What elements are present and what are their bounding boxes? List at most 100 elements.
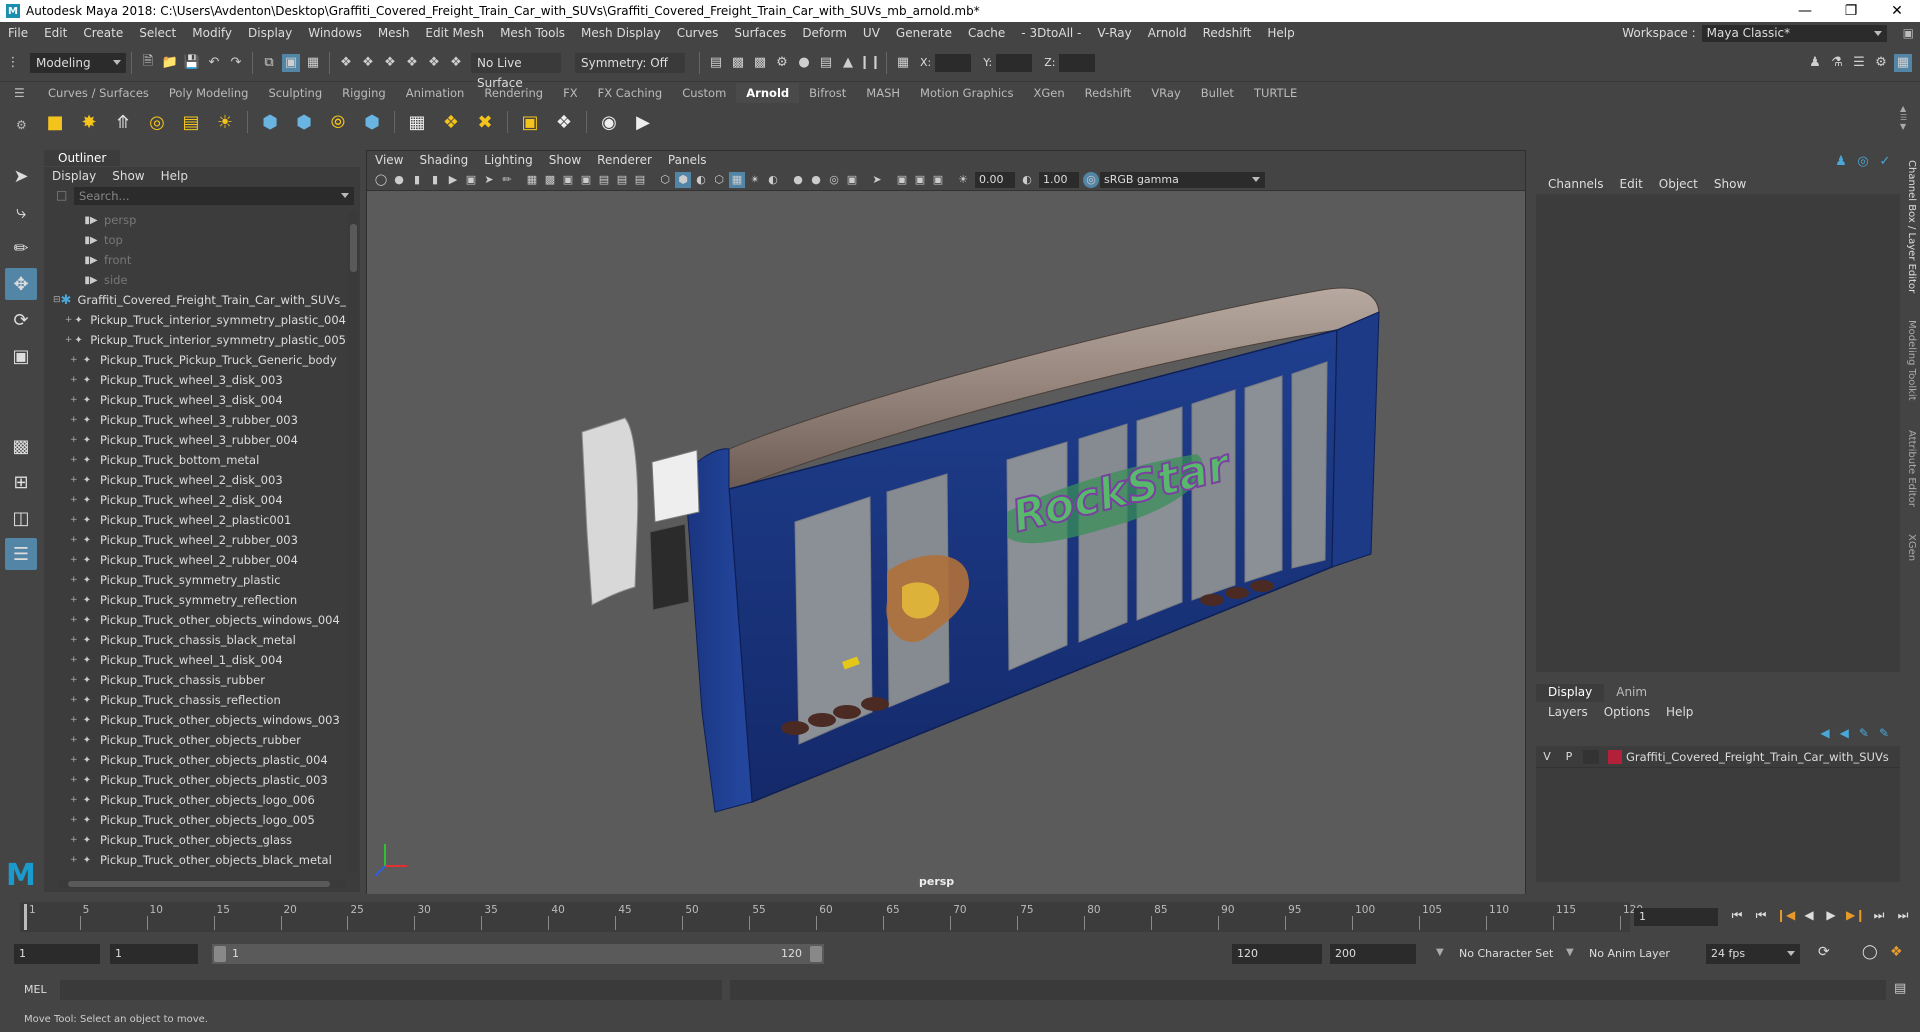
volume-icon[interactable]: ⬢ xyxy=(359,109,385,135)
time-track[interactable]: 1 5 10 15 20 25 30 35 40 45 50 55 60 65 70 75 80 85 90 95 10… xyxy=(20,902,1643,932)
render-settings-icon[interactable]: ⚙ xyxy=(773,54,791,72)
outliner-camera-front[interactable]: ▮▶ front xyxy=(44,250,346,270)
menu-mesh-display[interactable]: Mesh Display xyxy=(573,26,669,40)
scene-render[interactable]: RockStar xyxy=(367,192,1525,894)
outliner-mesh-row[interactable]: + ✦ Pickup_Truck_wheel_3_rubber_003 xyxy=(44,410,346,430)
grease-pencil-icon[interactable]: ✏ xyxy=(499,172,515,188)
redo-icon[interactable]: ↷ xyxy=(227,54,245,72)
menu-3dtoall[interactable]: - 3DtoAll - xyxy=(1013,26,1089,40)
outliner-mesh-row[interactable]: + ✦ Pickup_Truck_symmetry_plastic xyxy=(44,570,346,590)
layer-playback-toggle[interactable]: P xyxy=(1558,750,1580,763)
shadows-icon[interactable]: ◐ xyxy=(765,172,781,188)
expand-icon[interactable]: + xyxy=(70,455,80,465)
side-tab-xgen[interactable]: XGen xyxy=(1906,534,1917,561)
tab-poly-modeling[interactable]: Poly Modeling xyxy=(159,83,259,103)
minimize-button[interactable]: — xyxy=(1782,3,1828,19)
expand-icon[interactable]: + xyxy=(70,475,80,485)
light-portal-icon[interactable]: ▤ xyxy=(178,109,204,135)
expand-icon[interactable]: + xyxy=(70,795,80,805)
standin-icon[interactable]: ⬢ xyxy=(257,109,283,135)
expand-icon[interactable]: + xyxy=(70,655,80,665)
snap-view-plane-icon[interactable]: ❖ xyxy=(403,54,421,72)
step-forward-key-icon[interactable]: ⏭ xyxy=(1870,908,1888,926)
tab-fx[interactable]: FX xyxy=(553,83,588,103)
tab-turtle[interactable]: TURTLE xyxy=(1244,83,1307,103)
live-surface-field[interactable]: No Live Surface xyxy=(471,52,561,90)
layer-menu-help[interactable]: Help xyxy=(1658,705,1701,719)
outliner-mesh-row[interactable]: + ✦ Pickup_Truck_bottom_metal xyxy=(44,450,346,470)
snap-curve-icon[interactable]: ❖ xyxy=(359,54,377,72)
use-all-lights-icon[interactable]: ✴ xyxy=(747,172,763,188)
outliner-filter-icon[interactable]: □ xyxy=(56,188,67,202)
outliner-mesh-row[interactable]: + ✦ Pickup_Truck_other_objects_glass xyxy=(44,830,346,850)
render-history-icon[interactable]: ▤ xyxy=(707,54,725,72)
side-tab-channel-box[interactable]: Channel Box / Layer Editor xyxy=(1906,160,1917,293)
xray-joints-icon[interactable]: ▣ xyxy=(930,172,946,188)
scene-start-field[interactable]: 1 xyxy=(14,944,100,964)
attribute-icon[interactable]: ◎ xyxy=(1854,152,1872,170)
layer-name[interactable]: Graffiti_Covered_Freight_Train_Car_with_… xyxy=(1626,750,1889,764)
viewport-menu-panels[interactable]: Panels xyxy=(660,153,715,167)
textured-icon[interactable]: ▦ xyxy=(729,171,745,188)
snap-grid-icon[interactable]: ❖ xyxy=(337,54,355,72)
area-light-icon[interactable]: ■ xyxy=(42,109,68,135)
viewport-menu-show[interactable]: Show xyxy=(541,153,589,167)
flush-all-icon[interactable]: ✖ xyxy=(472,109,498,135)
scale-tool-icon[interactable]: ▣ xyxy=(5,340,37,372)
render-eye-icon[interactable]: ◉ xyxy=(596,109,622,135)
expand-icon[interactable]: + xyxy=(70,775,80,785)
anim-layer-icon[interactable]: ▼ xyxy=(1566,947,1574,958)
layer-menu-layers[interactable]: Layers xyxy=(1540,705,1596,719)
play-backwards-icon[interactable]: ◀ xyxy=(1800,908,1818,926)
menu-file[interactable]: File xyxy=(0,26,36,40)
script-editor-icon[interactable]: ▤ xyxy=(1894,981,1906,996)
outliner-camera-top[interactable]: ▮▶ top xyxy=(44,230,346,250)
transform-mode-icon[interactable]: ▦ xyxy=(894,54,912,72)
modeling-toolkit-icon[interactable]: ⚗ xyxy=(1828,54,1846,72)
anim-layer-field[interactable]: No Anim Layer xyxy=(1584,944,1680,964)
tab-bifrost[interactable]: Bifrost xyxy=(799,83,856,103)
tab-redshift[interactable]: Redshift xyxy=(1075,83,1142,103)
command-language-label[interactable]: MEL xyxy=(24,983,47,996)
attribute-editor-icon[interactable]: ☰ xyxy=(1850,54,1868,72)
play-forwards-icon[interactable]: ▶ xyxy=(1822,908,1840,926)
tab-mash[interactable]: MASH xyxy=(856,83,910,103)
expand-icon[interactable]: + xyxy=(70,735,80,745)
maximize-button[interactable]: ❐ xyxy=(1828,3,1874,19)
step-back-key-icon[interactable]: ⏮ xyxy=(1752,908,1770,926)
menu-mesh-tools[interactable]: Mesh Tools xyxy=(492,26,573,40)
menu-deform[interactable]: Deform xyxy=(794,26,855,40)
viewport-menu-lighting[interactable]: Lighting xyxy=(476,153,541,167)
expand-icon[interactable]: + xyxy=(70,715,80,725)
paint-select-tool-icon[interactable]: ✏ xyxy=(5,232,37,264)
menu-edit[interactable]: Edit xyxy=(36,26,75,40)
character-set-field[interactable]: No Character Set xyxy=(1454,944,1558,964)
tab-animation[interactable]: Animation xyxy=(396,83,475,103)
cb-menu-channels[interactable]: Channels xyxy=(1540,177,1612,191)
tab-xgen[interactable]: XGen xyxy=(1023,83,1074,103)
outliner-mesh-row[interactable]: + ✦ Pickup_Truck_wheel_2_rubber_004 xyxy=(44,550,346,570)
playback-start-field[interactable]: 1 xyxy=(110,944,198,964)
two-d-pan-icon[interactable]: ➤ xyxy=(481,172,497,188)
pause-icon[interactable]: ❙❙ xyxy=(859,54,881,72)
expand-icon[interactable]: + xyxy=(70,855,80,865)
cb-menu-edit[interactable]: Edit xyxy=(1612,177,1651,191)
safe-title-icon[interactable]: ▤ xyxy=(632,172,648,188)
expand-icon[interactable]: + xyxy=(70,415,80,425)
menu-create[interactable]: Create xyxy=(75,26,131,40)
tab-rendering[interactable]: Rendering xyxy=(474,83,553,103)
menu-set-dropdown[interactable]: Modeling xyxy=(30,52,126,73)
menu-surfaces[interactable]: Surfaces xyxy=(726,26,794,40)
outliner-scrollbar[interactable] xyxy=(348,212,358,872)
outliner-mesh-row[interactable]: + ✦ Pickup_Truck_other_objects_plastic_003 xyxy=(44,770,346,790)
persp-outliner-layout-icon[interactable]: ◫ xyxy=(5,502,37,534)
step-forward-frame-icon[interactable]: ▶❙ xyxy=(1846,908,1865,926)
tab-custom[interactable]: Custom xyxy=(672,83,736,103)
outliner-mesh-row[interactable]: + ✦ Pickup_Truck_other_objects_windows_004 xyxy=(44,610,346,630)
render-view-icon[interactable]: ▦ xyxy=(404,109,430,135)
curve-collector-icon[interactable]: ⦾ xyxy=(325,109,351,135)
expand-icon[interactable]: + xyxy=(70,435,80,445)
license-icon[interactable]: ❖ xyxy=(551,109,577,135)
side-tab-attribute-editor[interactable]: Attribute Editor xyxy=(1906,430,1917,507)
menu-redshift[interactable]: Redshift xyxy=(1195,26,1260,40)
